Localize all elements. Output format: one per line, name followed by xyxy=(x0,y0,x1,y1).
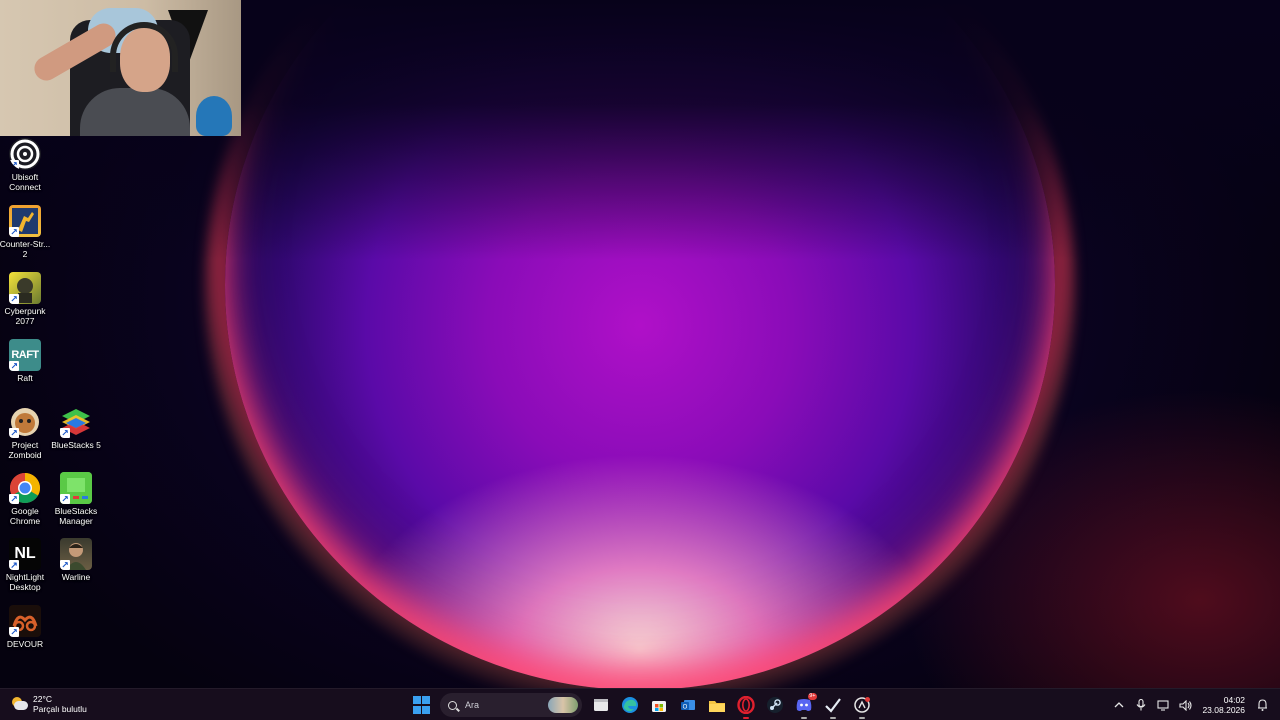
start-button[interactable] xyxy=(410,693,434,717)
cyberpunk-icon: ↗ xyxy=(9,272,41,304)
desktop-icon-label: DEVOUR xyxy=(6,639,44,649)
desktop-icon-project-zomboid[interactable]: ↗ Project Zomboid xyxy=(0,406,51,460)
desktop-icon-chrome[interactable]: ↗ Google Chrome xyxy=(0,472,51,526)
desktop-icon-devour[interactable]: ↗ DEVOUR xyxy=(0,605,51,649)
webcam-overlay xyxy=(0,0,241,136)
shortcut-arrow-icon: ↗ xyxy=(9,294,19,304)
network-icon[interactable] xyxy=(1153,695,1173,715)
desktop-icon-label: Cyberpunk 2077 xyxy=(4,306,46,326)
shortcut-arrow-icon: ↗ xyxy=(9,160,19,170)
shortcut-arrow-icon: ↗ xyxy=(60,560,70,570)
clock-date: 23.08.2026 xyxy=(1202,705,1245,715)
volume-icon[interactable] xyxy=(1175,695,1195,715)
desktop-icon-bluestacks-manager[interactable]: ↗ BlueStacks Manager xyxy=(50,472,102,526)
partly-cloudy-icon xyxy=(10,697,28,711)
desktop-icon-label: Counter-Str... 2 xyxy=(0,239,51,259)
bluestacks-icon: ↗ xyxy=(60,406,92,438)
shortcut-arrow-icon: ↗ xyxy=(60,428,70,438)
shortcut-arrow-icon: ↗ xyxy=(9,627,19,637)
desktop-icon-label: Warline xyxy=(61,572,91,582)
shortcut-arrow-icon: ↗ xyxy=(9,494,19,504)
raft-icon: RAFT ↗ xyxy=(9,339,41,371)
file-explorer-icon[interactable] xyxy=(589,693,613,717)
taskbar-center: Ara O 9+ xyxy=(407,689,876,720)
discord-badge: 9+ xyxy=(808,693,817,700)
microphone-icon[interactable] xyxy=(1131,695,1151,715)
chevron-up-icon[interactable] xyxy=(1109,695,1129,715)
counter-strike-icon: ↗ xyxy=(9,205,41,237)
shortcut-arrow-icon: ↗ xyxy=(9,227,19,237)
desktop-icon-label: BlueStacks 5 xyxy=(51,440,101,450)
shortcut-arrow-icon: ↗ xyxy=(9,361,19,371)
store-icon[interactable] xyxy=(647,693,671,717)
shortcut-arrow-icon: ↗ xyxy=(9,560,19,570)
discord-icon[interactable]: 9+ xyxy=(792,693,817,719)
warline-icon: ↗ xyxy=(60,538,92,570)
streamer-body xyxy=(80,88,190,136)
search-icon xyxy=(448,700,457,710)
shortcut-arrow-icon: ↗ xyxy=(9,428,19,438)
weather-temperature: 22°C xyxy=(33,694,52,704)
project-zomboid-icon: ↗ xyxy=(9,406,41,438)
windows-logo-icon xyxy=(412,696,431,714)
clock-time: 04:02 xyxy=(1223,695,1245,705)
outlook-icon[interactable]: O xyxy=(676,693,700,717)
steam-icon[interactable] xyxy=(763,693,787,717)
search-placeholder: Ara xyxy=(465,700,480,710)
desktop-icon-label: BlueStacks Manager xyxy=(54,506,98,526)
notification-icon[interactable] xyxy=(1252,695,1272,715)
system-clock[interactable]: 04:02 23.08.2026 xyxy=(1202,695,1245,715)
desktop-icon-label: Raft xyxy=(17,373,33,383)
steam-alt-icon[interactable] xyxy=(821,693,845,719)
svg-text:O: O xyxy=(682,705,687,711)
microphone xyxy=(196,96,232,136)
taskbar: 22°C Parçalı bulutlu Ara O 9+ 04:02 23.0… xyxy=(0,688,1280,720)
desktop-icon-nightlight[interactable]: NL ↗ NightLight Desktop xyxy=(0,538,51,592)
bluestacks-manager-icon: ↗ xyxy=(60,472,92,504)
desktop-icon-ubisoft[interactable]: ↗ Ubisoft Connect xyxy=(0,138,51,192)
desktop-icon-label: NightLight Desktop xyxy=(5,572,45,592)
app-icon[interactable] xyxy=(850,693,874,719)
ubisoft-icon: ↗ xyxy=(9,138,41,170)
desktop-icon-bluestacks[interactable]: ↗ BlueStacks 5 xyxy=(50,406,102,450)
weather-widget[interactable]: 22°C Parçalı bulutlu xyxy=(10,694,87,714)
desktop-icon-label: Ubisoft Connect xyxy=(9,172,41,192)
weather-description: Parçalı bulutlu xyxy=(33,704,87,714)
desktop-icon-label: Project Zomboid xyxy=(8,440,42,460)
desktop-icon-cyberpunk[interactable]: ↗ Cyberpunk 2077 xyxy=(0,272,51,326)
desktop-icon-counter-strike[interactable]: ↗ Counter-Str... 2 xyxy=(0,205,51,259)
opera-icon[interactable] xyxy=(734,693,758,719)
devour-icon: ↗ xyxy=(9,605,41,637)
edge-icon[interactable] xyxy=(618,693,642,717)
desktop-icon-raft[interactable]: RAFT ↗ Raft xyxy=(0,339,51,383)
shortcut-arrow-icon: ↗ xyxy=(60,494,70,504)
search-highlight-image xyxy=(548,697,578,713)
nightlight-icon: NL ↗ xyxy=(9,538,41,570)
desktop-icon-warline[interactable]: ↗ Warline xyxy=(50,538,102,582)
system-tray: 04:02 23.08.2026 xyxy=(1108,689,1280,720)
folder-icon[interactable] xyxy=(705,693,729,717)
desktop-icon-label: Google Chrome xyxy=(9,506,41,526)
chrome-icon: ↗ xyxy=(9,472,41,504)
taskbar-search[interactable]: Ara xyxy=(440,693,582,717)
